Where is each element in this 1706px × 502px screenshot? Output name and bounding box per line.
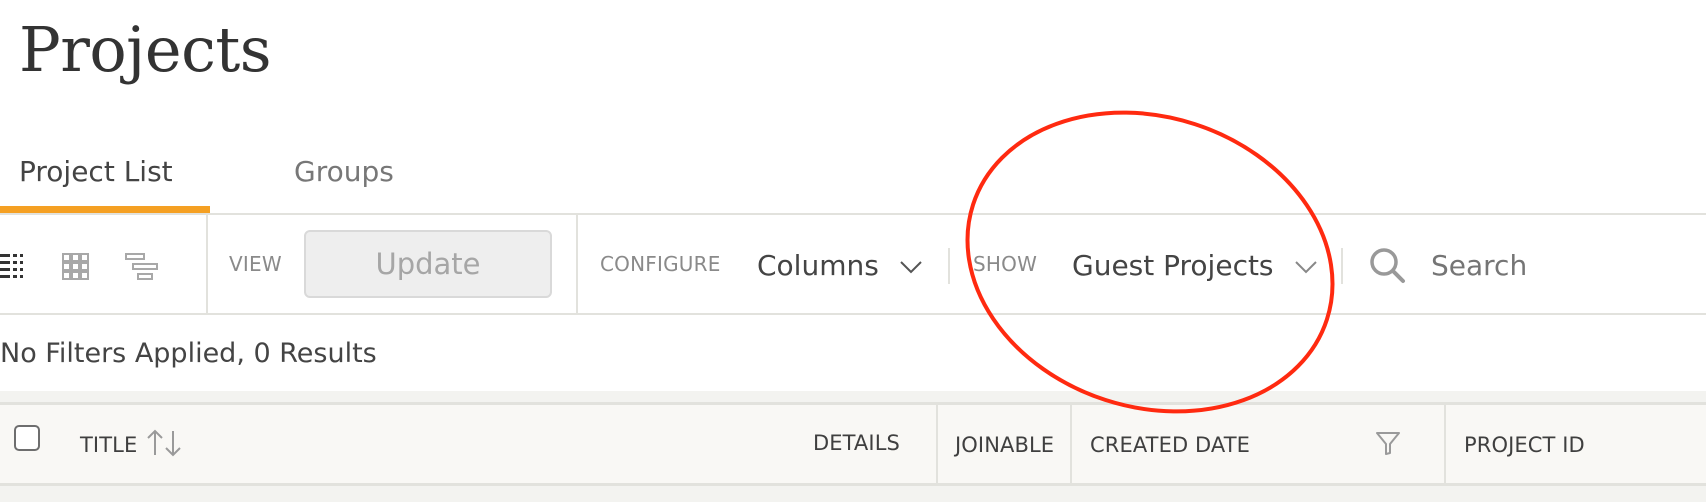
active-tab-indicator [0, 206, 210, 213]
table-top-band [0, 391, 1706, 402]
show-filter-selected: Guest Projects [1072, 249, 1274, 282]
select-all-checkbox[interactable] [14, 425, 40, 451]
toolbar-divider [576, 214, 578, 313]
show-label: SHOW [973, 252, 1038, 276]
update-button[interactable]: Update [304, 230, 552, 298]
tab-groups[interactable]: Groups [294, 150, 394, 194]
view-label: VIEW [229, 252, 282, 276]
configure-label: CONFIGURE [600, 252, 721, 276]
page-title: Projects [19, 13, 272, 86]
toolbar-bottom-border [0, 313, 1706, 315]
columns-dropdown-label: Columns [757, 249, 879, 282]
tab-project-list[interactable]: Project List [19, 150, 173, 194]
chevron-down-icon [900, 261, 922, 274]
column-header-project-id[interactable]: PROJECT ID [1464, 430, 1585, 460]
grid-view-icon[interactable] [62, 250, 96, 280]
table-body-empty [0, 486, 1706, 502]
toolbar-top-border [0, 213, 1706, 215]
search-icon[interactable] [1368, 246, 1408, 286]
results-summary: No Filters Applied, 0 Results [0, 338, 377, 369]
show-filter-dropdown[interactable]: Guest Projects [1072, 244, 1318, 288]
sort-icon[interactable] [146, 428, 184, 458]
chevron-down-icon [1294, 261, 1317, 274]
toolbar-divider [1341, 248, 1343, 284]
gantt-view-icon[interactable] [124, 250, 158, 280]
column-header-created-date[interactable]: CREATED DATE [1090, 430, 1250, 460]
column-divider [1070, 405, 1072, 483]
toolbar-divider [206, 214, 208, 313]
columns-dropdown[interactable]: Columns [757, 244, 923, 288]
filter-icon[interactable] [1375, 430, 1401, 456]
list-view-icon[interactable] [0, 250, 34, 280]
column-divider [936, 405, 938, 483]
column-header-details[interactable]: DETAILS [813, 428, 900, 458]
search-input[interactable] [1431, 244, 1691, 288]
column-header-title[interactable]: TITLE [80, 430, 137, 460]
column-header-joinable[interactable]: JOINABLE [955, 430, 1054, 460]
toolbar-divider [948, 248, 950, 284]
column-divider [1444, 405, 1446, 483]
